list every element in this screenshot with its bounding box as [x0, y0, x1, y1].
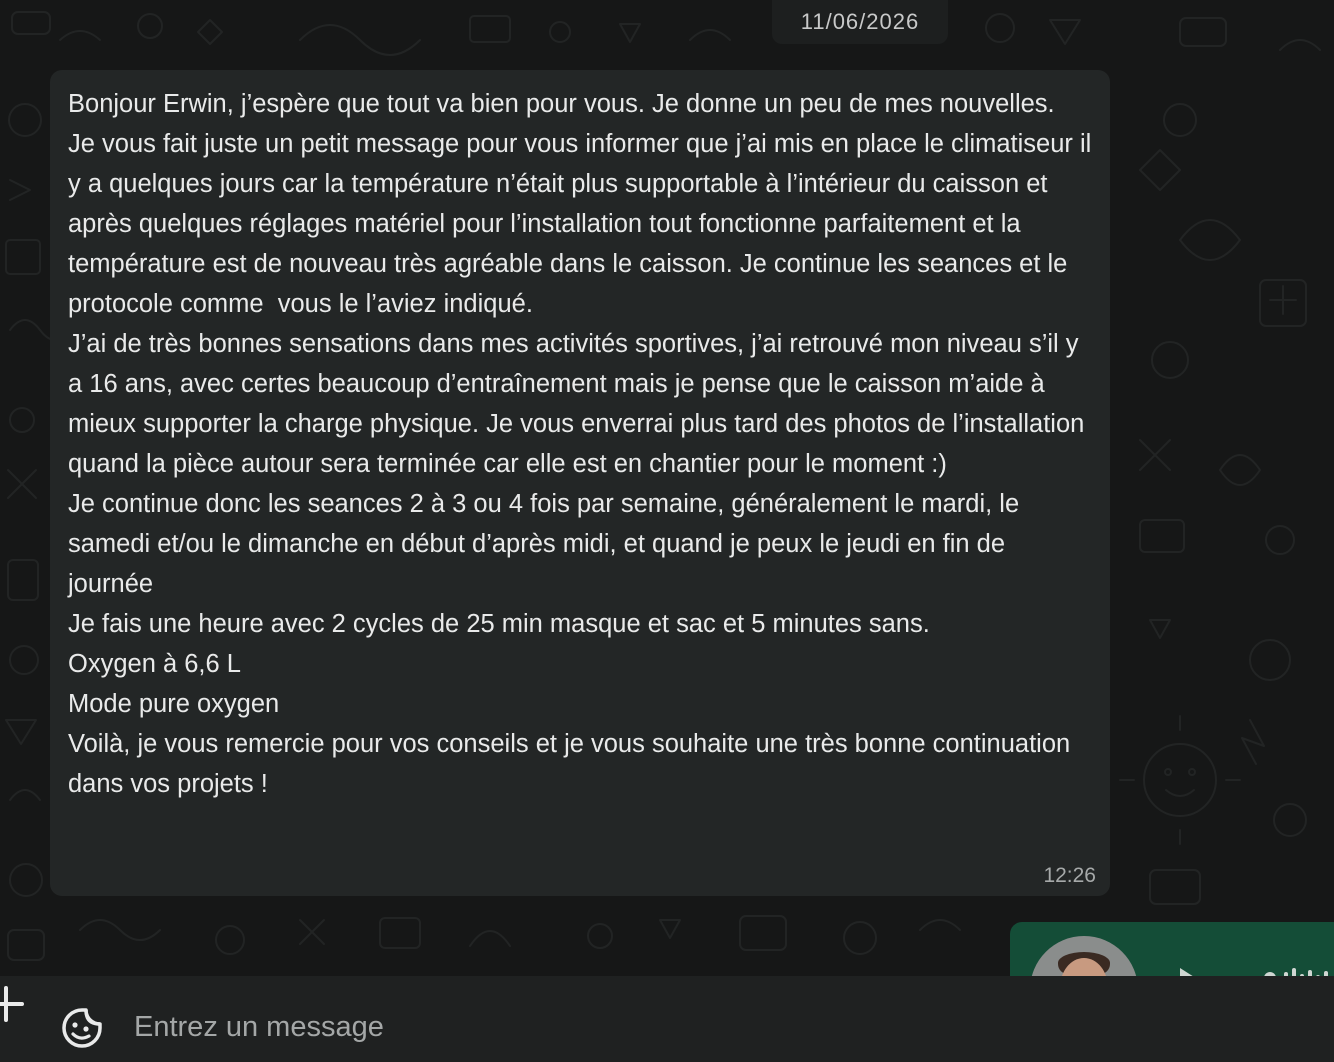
play-icon[interactable]	[1180, 968, 1202, 976]
sticker-icon[interactable]	[60, 1006, 104, 1050]
message-composer	[0, 976, 1334, 1062]
outgoing-voice-note-bubble[interactable]	[1010, 922, 1334, 976]
plus-icon[interactable]	[0, 984, 26, 1024]
chat-area[interactable]: 11/06/2026 Bonjour Erwin, j’espère que t…	[0, 0, 1334, 976]
waveform-icon	[1264, 968, 1328, 976]
message-text: Bonjour Erwin, j’espère que tout va bien…	[68, 90, 1092, 798]
date-separator: 11/06/2026	[772, 0, 948, 44]
contact-avatar[interactable]	[1030, 936, 1138, 976]
message-timestamp: 12:26	[1043, 864, 1096, 887]
message-input[interactable]	[134, 1004, 1284, 1050]
incoming-message-bubble[interactable]: Bonjour Erwin, j’espère que tout va bien…	[50, 70, 1110, 896]
